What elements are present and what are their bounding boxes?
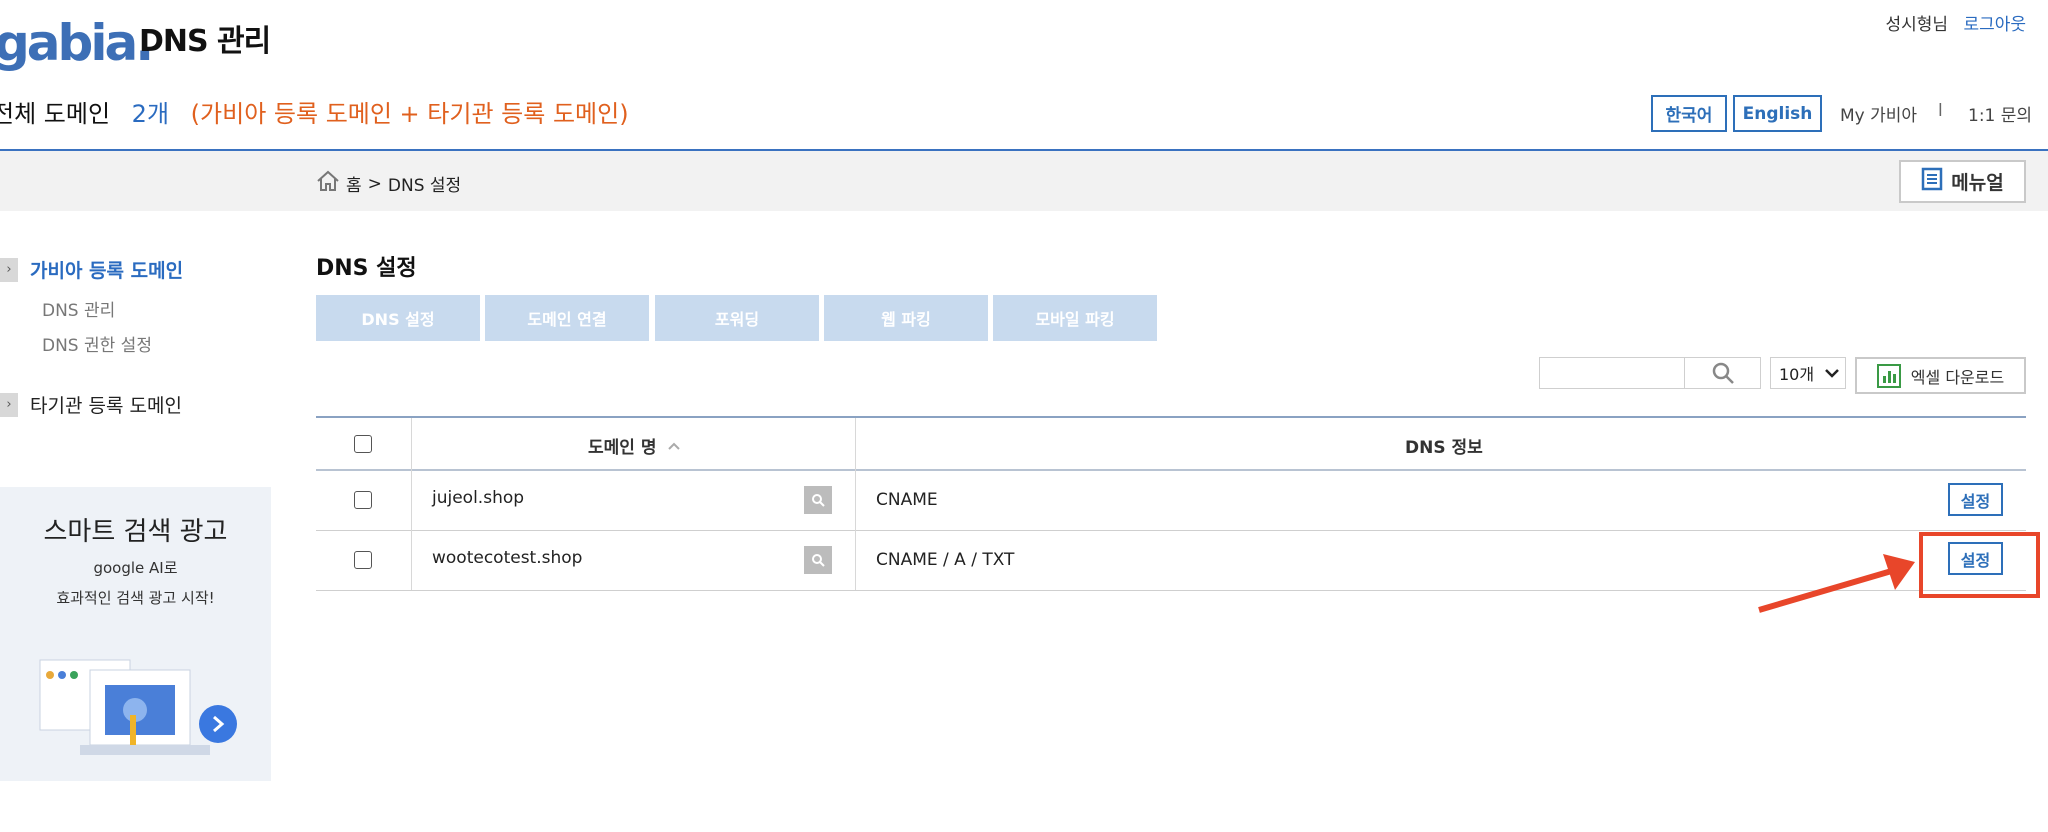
chevron-down-icon xyxy=(1825,369,1839,378)
breadcrumb-home[interactable]: 홈 xyxy=(346,171,362,196)
my-gabia-link[interactable]: My 가비아 xyxy=(1840,101,1917,126)
table-header-border xyxy=(316,469,2026,471)
summary-description: (가비아 등록 도메인 + 타기관 등록 도메인) xyxy=(190,100,629,128)
user-area: 성시형님 로그아웃 xyxy=(1885,10,2026,35)
gabia-logo[interactable]: gabia. xyxy=(0,14,154,72)
ad-title: 스마트 검색 광고 xyxy=(43,517,228,547)
arrow-annotation-icon xyxy=(1758,554,1915,613)
page-size-select[interactable]: 10개 xyxy=(1770,357,1846,389)
row-divider xyxy=(316,530,2026,531)
col-domain-label: 도메인 명 xyxy=(588,438,657,458)
sort-ascending-icon[interactable] xyxy=(668,442,681,450)
domain-count: 2개 xyxy=(131,100,170,128)
chevron-right-icon: › xyxy=(0,392,18,417)
breadcrumb: 홈 > DNS 설정 xyxy=(316,170,461,197)
domain-lookup-button[interactable] xyxy=(804,486,832,514)
row-checkbox[interactable] xyxy=(354,551,372,569)
inquiry-link[interactable]: 1:1 문의 xyxy=(1968,101,2032,126)
select-all-checkbox[interactable] xyxy=(354,435,372,453)
ad-next-button[interactable] xyxy=(199,705,237,743)
column-divider xyxy=(411,418,412,590)
user-name: 성시형님 xyxy=(1885,15,1949,35)
ad-line1: google AI로 xyxy=(93,559,178,577)
domain-name: jujeol.shop xyxy=(432,488,525,508)
domain-lookup-button[interactable] xyxy=(804,546,832,574)
home-icon[interactable] xyxy=(316,170,340,197)
search-icon xyxy=(1712,362,1734,384)
search-input[interactable] xyxy=(1539,357,1685,389)
sidebar-gabia-label: 가비아 등록 도메인 xyxy=(30,260,184,282)
row-checkbox[interactable] xyxy=(354,491,372,509)
tab-domain-connect[interactable]: 도메인 연결 xyxy=(485,295,649,341)
sidebar-item-other-domains[interactable]: › 타기관 등록 도메인 xyxy=(0,391,182,418)
dns-info: CNAME / A / TXT xyxy=(876,550,1015,570)
column-divider xyxy=(855,418,856,590)
lang-ko-button[interactable]: 한국어 xyxy=(1651,95,1727,132)
tab-dns-settings[interactable]: DNS 설정 xyxy=(316,295,480,341)
highlight-box xyxy=(1919,532,2040,598)
page-size-value: 10개 xyxy=(1779,365,1815,384)
magnifier-icon xyxy=(812,554,825,567)
breadcrumb-separator: > xyxy=(367,173,382,194)
col-domain-header[interactable]: 도메인 명 xyxy=(588,433,681,458)
breadcrumb-current: DNS 설정 xyxy=(387,176,462,196)
search-button[interactable] xyxy=(1685,357,1761,389)
sidebar-item-dns-manage[interactable]: DNS 관리 xyxy=(42,296,115,321)
tab-forwarding[interactable]: 포워딩 xyxy=(655,295,819,341)
dns-info: CNAME xyxy=(876,490,938,510)
sidebar-other-label: 타기관 등록 도메인 xyxy=(30,395,182,417)
tab-mobile-parking[interactable]: 모바일 파킹 xyxy=(993,295,1157,341)
page-title: DNS 설정 xyxy=(316,256,417,281)
lang-en-button[interactable]: English xyxy=(1733,95,1822,132)
sidebar-item-gabia-domains[interactable]: › 가비아 등록 도메인 xyxy=(0,256,183,283)
dns-settings-button[interactable]: 설정 xyxy=(1948,483,2003,516)
breadcrumb-bar xyxy=(0,151,2048,211)
nav-separator: l xyxy=(1938,101,1943,121)
manual-label: 메뉴얼 xyxy=(1951,172,2004,194)
summary-label: 전체 도메인 xyxy=(0,100,111,128)
excel-download-button[interactable]: 엑셀 다운로드 xyxy=(1855,357,2026,394)
excel-icon xyxy=(1876,363,1901,388)
chevron-right-icon xyxy=(213,715,225,733)
sidebar-item-dns-permission[interactable]: DNS 권한 설정 xyxy=(42,331,152,356)
domain-name: wootecotest.shop xyxy=(432,548,583,568)
manual-icon xyxy=(1921,167,1943,196)
ad-line2: 효과적인 검색 광고 시작! xyxy=(56,589,215,607)
domain-summary: 전체 도메인 2개 (가비아 등록 도메인 + 타기관 등록 도메인) xyxy=(0,94,629,129)
col-dns-header: DNS 정보 xyxy=(1405,438,1483,458)
app-title: DNS 관리 xyxy=(139,24,271,59)
table-top-border xyxy=(316,416,2026,418)
tab-web-parking[interactable]: 웹 파킹 xyxy=(824,295,988,341)
magnifier-icon xyxy=(812,494,825,507)
logout-link[interactable]: 로그아웃 xyxy=(1963,15,2026,35)
chevron-right-icon: › xyxy=(0,257,18,282)
manual-button[interactable]: 메뉴얼 xyxy=(1899,160,2026,203)
excel-label: 엑셀 다운로드 xyxy=(1910,367,2005,387)
